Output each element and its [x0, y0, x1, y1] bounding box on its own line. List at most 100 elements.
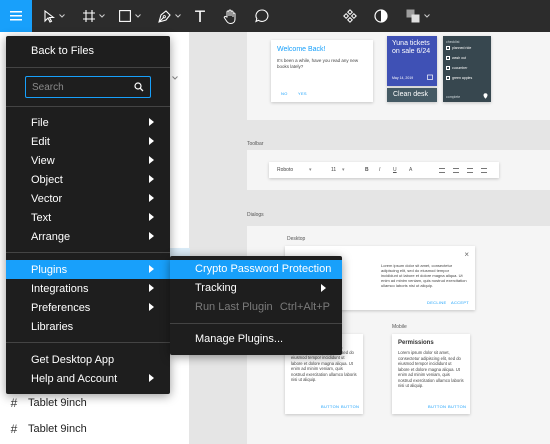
- frame-tool-button[interactable]: [80, 0, 108, 32]
- checklist-item: planned ride: [452, 46, 472, 50]
- layer-label: Tablet 9inch: [28, 397, 87, 409]
- underline-icon[interactable]: U: [393, 167, 397, 173]
- yes-button[interactable]: YES: [298, 91, 307, 96]
- menu-item-label: Get Desktop App: [31, 353, 115, 366]
- mask-button[interactable]: [371, 0, 391, 32]
- dialog-text: Lorem ipsum dolor sit amet, consectetur …: [381, 263, 467, 288]
- toolbar-frame[interactable]: Roboto ▾ 11 ▾ B I U A: [247, 150, 550, 190]
- submenu-item-label: Run Last Plugin: [195, 301, 273, 313]
- chevron-down-icon: [99, 14, 105, 18]
- menu-item-libraries[interactable]: Libraries: [6, 317, 170, 336]
- checkbox[interactable]: [446, 56, 450, 60]
- checklist-card[interactable]: checklist planned ride wash out cucumber…: [443, 36, 491, 102]
- menu-item-vector[interactable]: Vector: [6, 189, 170, 208]
- menu-item-edit[interactable]: Edit: [6, 132, 170, 151]
- components-icon: [343, 9, 357, 23]
- checklist-item: green apples: [452, 76, 473, 80]
- menu-item-label: View: [31, 154, 55, 167]
- clean-desk-label: Clean desk: [393, 91, 429, 98]
- manage-plugins[interactable]: Manage Plugins...: [170, 330, 342, 349]
- menu-item-file[interactable]: File: [6, 113, 170, 132]
- welcome-card[interactable]: Welcome Back! It's been a while, have yo…: [271, 40, 373, 102]
- close-icon[interactable]: ×: [464, 250, 469, 259]
- menu-divider: [6, 106, 170, 107]
- frame-icon: #: [10, 396, 18, 410]
- sale-card[interactable]: Yuna tickets on sale 6/24 May 14, 2019: [387, 36, 437, 86]
- checkbox[interactable]: [446, 76, 450, 80]
- checkbox[interactable]: [446, 66, 450, 70]
- chevron-right-icon: [149, 213, 154, 221]
- checkbox[interactable]: [446, 46, 450, 50]
- menu-item-plugins[interactable]: Plugins: [6, 260, 170, 279]
- menu-divider: [6, 67, 170, 68]
- button[interactable]: BUTTON: [428, 404, 446, 409]
- menu-item-label: File: [31, 116, 49, 129]
- submenu-item-label: Manage Plugins...: [195, 333, 284, 345]
- no-button[interactable]: NO: [281, 91, 288, 96]
- chevron-right-icon: [149, 156, 154, 164]
- main-menu-button[interactable]: [0, 0, 32, 32]
- decline-button[interactable]: DECLINE: [427, 300, 446, 305]
- calendar-icon: [427, 74, 433, 80]
- button[interactable]: BUTTON: [321, 404, 339, 409]
- menu-item-object[interactable]: Object: [6, 170, 170, 189]
- menu-item-arrange[interactable]: Arrange: [6, 227, 170, 246]
- menu-item-label: Arrange: [31, 230, 71, 243]
- toolbar: T: [0, 0, 550, 32]
- plugin-crypto-password-protection[interactable]: Crypto Password Protection: [170, 260, 342, 279]
- menu-item-get-desktop-app[interactable]: Get Desktop App: [6, 350, 170, 369]
- location-icon: [483, 93, 488, 99]
- bold-icon[interactable]: B: [365, 167, 369, 173]
- chevron-right-icon: [149, 194, 154, 202]
- hand-tool-button[interactable]: [220, 0, 240, 32]
- italic-icon[interactable]: I: [379, 167, 380, 173]
- menu-item-label: Text: [31, 211, 52, 224]
- plugin-tracking[interactable]: Tracking: [170, 279, 342, 298]
- comment-tool-button[interactable]: [252, 0, 272, 32]
- menu-item-integrations[interactable]: Integrations: [6, 279, 170, 298]
- button[interactable]: BUTTON: [341, 404, 359, 409]
- components-button[interactable]: [340, 0, 360, 32]
- back-to-files-label: Back to Files: [31, 44, 94, 57]
- chevron-down-icon: [135, 14, 141, 18]
- shape-tool-button[interactable]: [116, 0, 144, 32]
- layer-item[interactable]: # Tablet 9inch: [0, 418, 190, 440]
- clean-desk-button[interactable]: Clean desk: [387, 88, 437, 102]
- welcome-body: It's been a while, have you read any new…: [277, 58, 359, 69]
- layer-label: Tablet 9inch: [28, 423, 87, 435]
- checklist-item: cucumber: [452, 66, 468, 70]
- menu-item-label: Plugins: [31, 263, 68, 276]
- align-right-icon[interactable]: [467, 168, 473, 173]
- checklist-footer: complete: [446, 95, 461, 99]
- accept-button[interactable]: ACCEPT: [451, 300, 469, 305]
- menu-item-text[interactable]: Text: [6, 208, 170, 227]
- text-tool-button[interactable]: T: [190, 0, 210, 32]
- pen-tool-button[interactable]: [155, 0, 183, 32]
- layer-item[interactable]: # Tablet 9inch: [0, 392, 190, 414]
- plugins-submenu: Crypto Password Protection Tracking Run …: [170, 256, 342, 355]
- cards-frame[interactable]: Welcome Back! It's been a while, have yo…: [247, 32, 550, 120]
- menu-item-help-and-account[interactable]: Help and Account: [6, 369, 170, 388]
- menu-item-label: Help and Account: [31, 372, 118, 385]
- menu-divider: [170, 323, 342, 324]
- text-toolbar-card[interactable]: Roboto ▾ 11 ▾ B I U A: [269, 162, 499, 178]
- boolean-button[interactable]: [404, 0, 432, 32]
- align-justify-icon[interactable]: [481, 168, 487, 173]
- submenu-item-label: Crypto Password Protection: [195, 263, 332, 275]
- submenu-item-label: Tracking: [195, 282, 237, 294]
- text-color-icon[interactable]: A: [409, 167, 412, 173]
- menu-item-view[interactable]: View: [6, 151, 170, 170]
- mobile-dialog-text: Lorem ipsum dolor sit amet, consectetur …: [398, 350, 464, 388]
- align-left-icon[interactable]: [439, 168, 445, 173]
- design-canvas[interactable]: Welcome Back! It's been a while, have yo…: [190, 32, 550, 444]
- move-tool-button[interactable]: [40, 0, 68, 32]
- mobile-dialog-permissions[interactable]: Permissions Lorem ipsum dolor sit amet, …: [392, 334, 470, 414]
- back-to-files-item[interactable]: Back to Files: [6, 41, 170, 60]
- menu-search-input[interactable]: Search: [25, 76, 151, 98]
- menu-item-preferences[interactable]: Preferences: [6, 298, 170, 317]
- button[interactable]: BUTTON: [448, 404, 466, 409]
- mobile-label: Mobile: [392, 324, 407, 330]
- align-center-icon[interactable]: [453, 168, 459, 173]
- search-placeholder: Search: [32, 82, 64, 93]
- move-icon: [43, 9, 55, 23]
